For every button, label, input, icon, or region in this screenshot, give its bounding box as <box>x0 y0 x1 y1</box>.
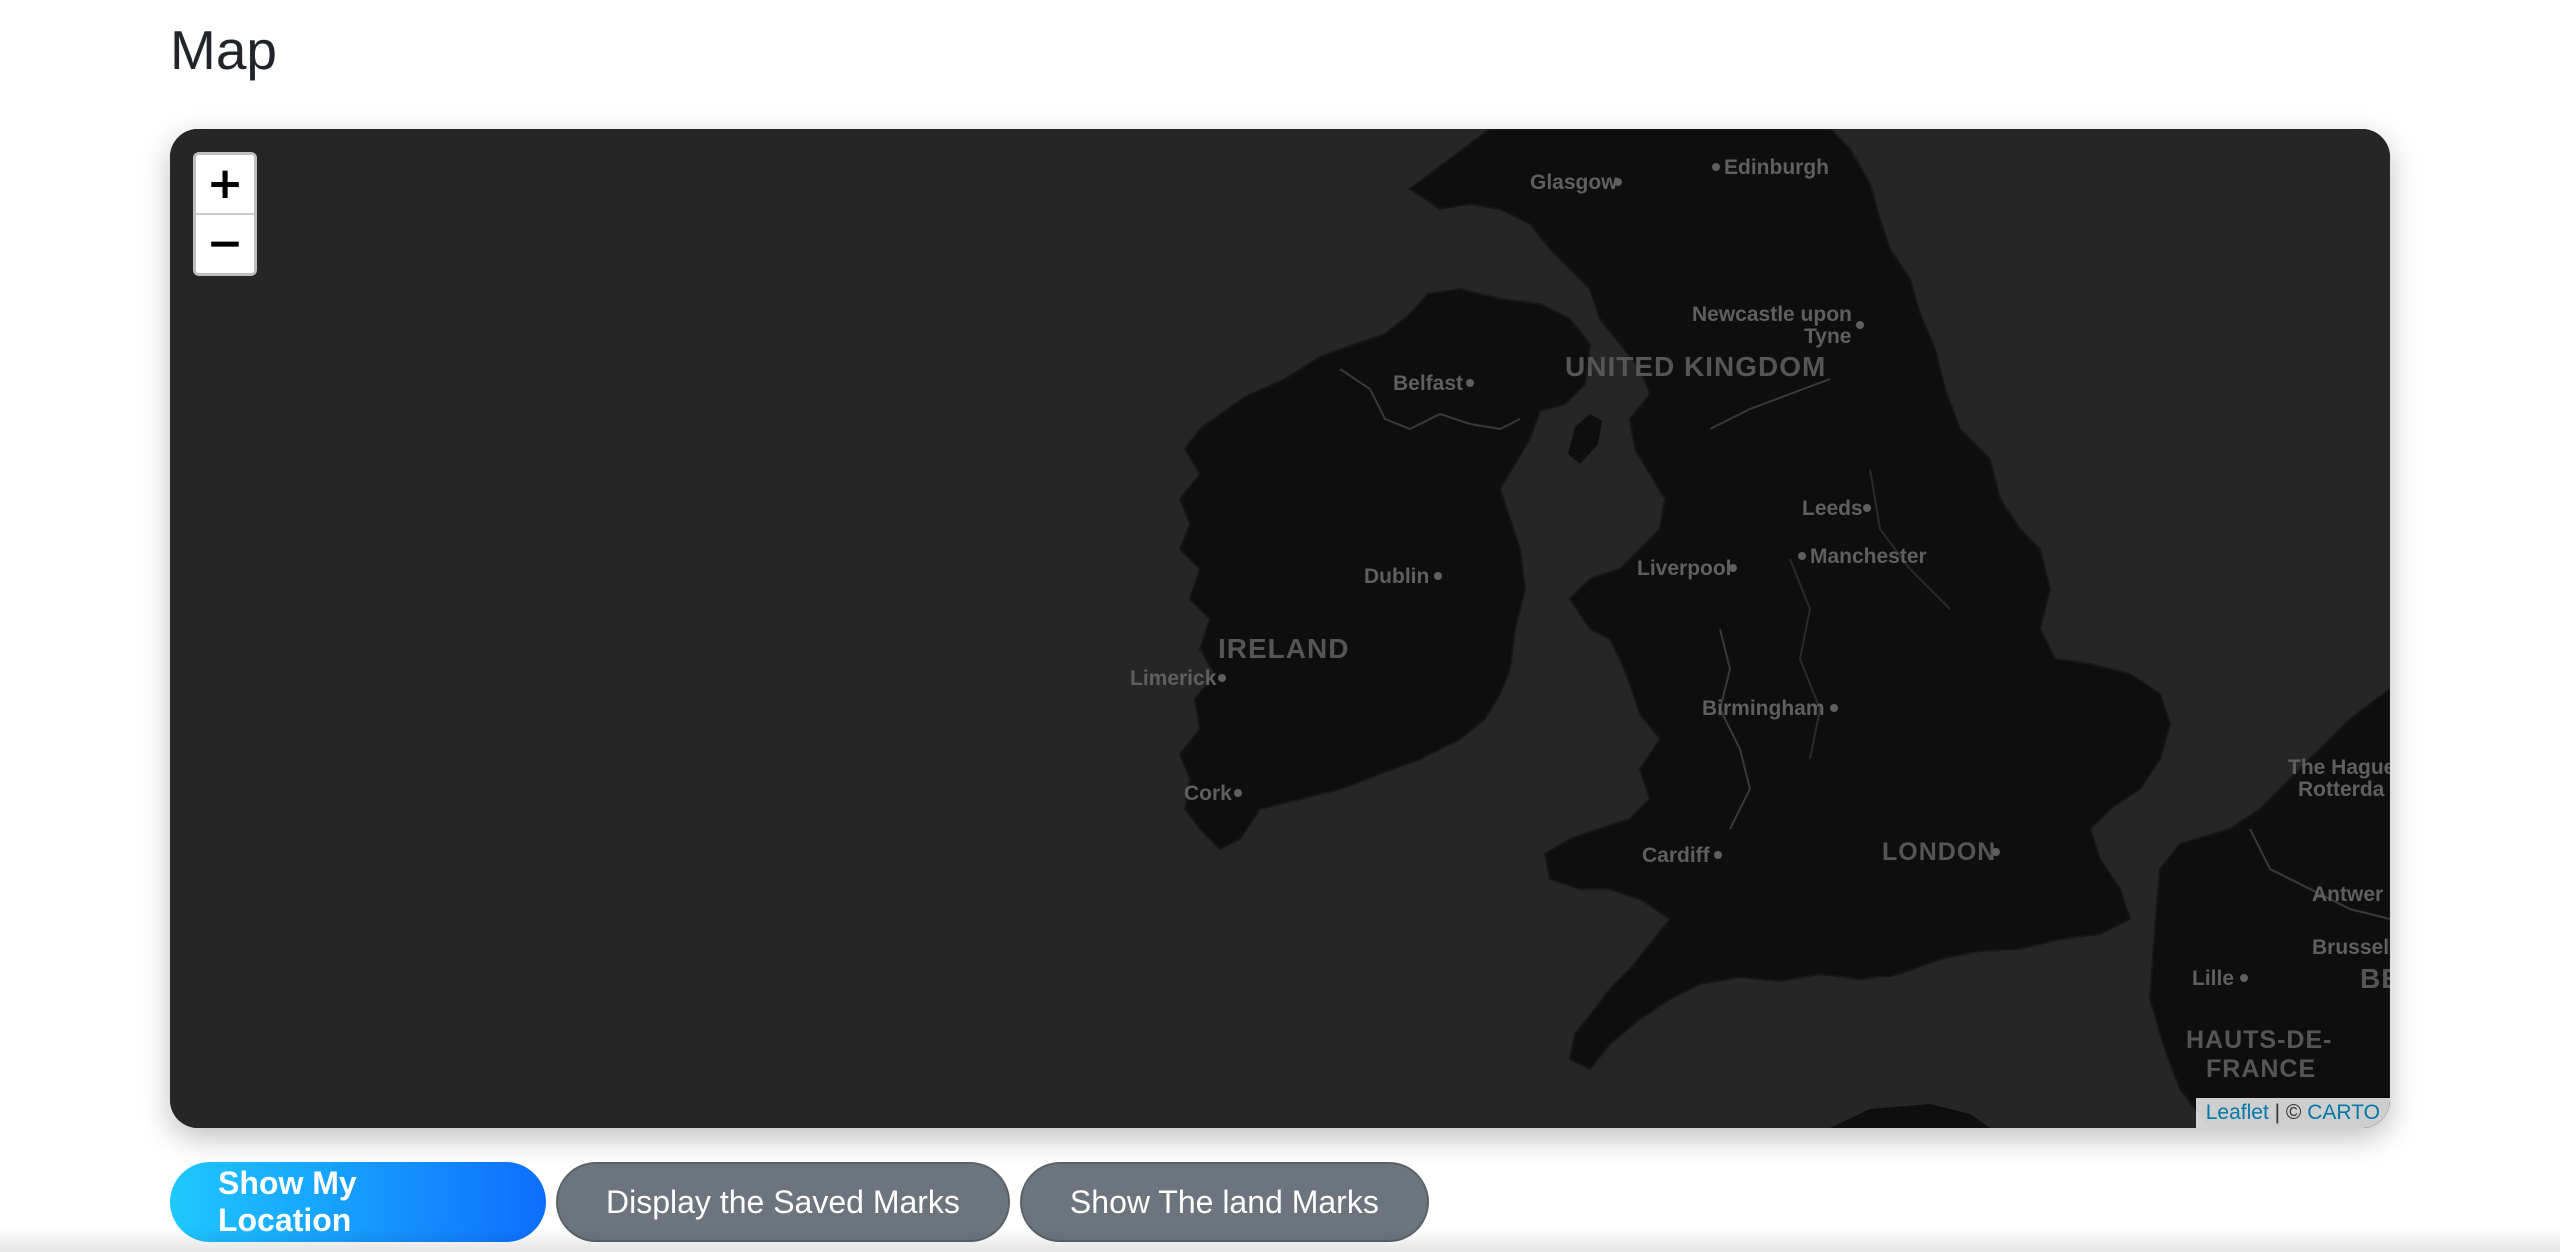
city-label-manchester: Manchester <box>1810 545 1927 568</box>
city-dot-birmingham <box>1830 704 1838 712</box>
city-label-birmingham: Birmingham <box>1702 697 1825 720</box>
city-dot-edinburgh <box>1712 163 1720 171</box>
city-dot-glasgow <box>1614 178 1622 186</box>
leaflet-link[interactable]: Leaflet <box>2206 1101 2269 1124</box>
zoom-control: + − <box>193 152 257 276</box>
city-dot-limerick <box>1218 674 1226 682</box>
city-label-edinburgh: Edinburgh <box>1724 156 1829 179</box>
city-dot-cardiff <box>1714 851 1722 859</box>
city-dot-dublin <box>1434 572 1442 580</box>
page-title: Map <box>170 19 277 81</box>
city-dot-liverpool <box>1729 564 1737 572</box>
city-dot-manchester <box>1798 552 1806 560</box>
city-dot-london <box>1992 848 2000 856</box>
city-dot-lille <box>2240 974 2248 982</box>
city-label-limerick: Limerick <box>1130 667 1217 690</box>
map-tiles[interactable]: Glasgow Edinburgh Newcastle upon Tyne UN… <box>170 129 2390 1128</box>
city-dot-newcastle <box>1856 321 1864 329</box>
city-label-cork: Cork <box>1184 782 1232 805</box>
carto-link[interactable]: CARTO <box>2307 1101 2380 1124</box>
bottom-shadow <box>0 1228 2560 1252</box>
city-dot-leeds <box>1863 504 1871 512</box>
attribution-separator: | © <box>2268 1101 2308 1124</box>
city-label-cardiff: Cardiff <box>1642 844 1711 867</box>
city-label-newcastle-2: Tyne <box>1804 325 1851 348</box>
city-dot-belfast <box>1466 379 1474 387</box>
city-label-newcastle: Newcastle upon <box>1692 303 1852 326</box>
region-label-hauts: HAUTS-DE- <box>2186 1026 2333 1054</box>
city-label-glasgow: Glasgow <box>1530 171 1618 194</box>
city-label-london: LONDON <box>1882 838 1996 866</box>
map-container[interactable]: Glasgow Edinburgh Newcastle upon Tyne UN… <box>170 129 2390 1128</box>
map-attribution: Leaflet | © CARTO <box>2195 1098 2390 1128</box>
city-label-lille: Lille <box>2192 967 2234 990</box>
city-label-leeds: Leeds <box>1802 497 1863 520</box>
city-label-liverpool: Liverpool <box>1637 557 1732 580</box>
city-label-belfast: Belfast <box>1393 372 1463 395</box>
city-dot-cork <box>1234 789 1242 797</box>
zoom-out-button[interactable]: − <box>196 213 254 273</box>
city-label-brussels: Brussel <box>2312 936 2389 959</box>
region-label-france: FRANCE <box>2206 1055 2316 1083</box>
country-label-ireland: IRELAND <box>1218 633 1349 664</box>
city-label-rotterdam: Rotterda <box>2298 778 2385 801</box>
city-label-dublin: Dublin <box>1364 565 1429 588</box>
city-label-the-hague: The Hague <box>2288 756 2390 779</box>
country-label-uk: UNITED KINGDOM <box>1565 351 1826 382</box>
city-label-antwerp: Antwer <box>2312 883 2383 906</box>
country-label-belgium: BE <box>2360 963 2390 994</box>
zoom-in-button[interactable]: + <box>196 155 254 213</box>
